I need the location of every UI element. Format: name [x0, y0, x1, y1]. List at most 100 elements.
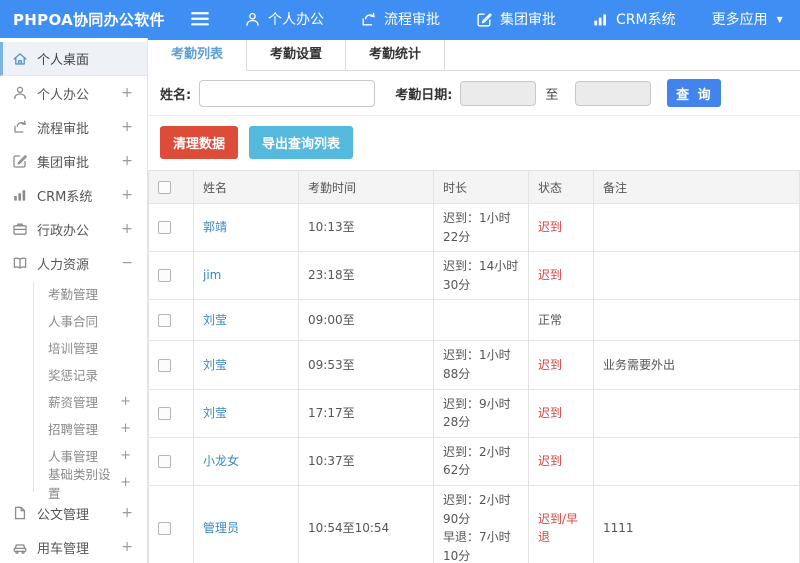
tab[interactable]: 考勤统计: [346, 40, 446, 71]
sidebar-item-label: CRM系统: [37, 189, 93, 205]
sidebar-sub-item-label: 奖惩记录: [48, 368, 99, 383]
employee-name-link[interactable]: 管理员: [203, 521, 239, 535]
top-nav-item[interactable]: 更多应用 ▼: [712, 9, 783, 29]
expand-icon[interactable]: +: [121, 85, 133, 101]
select-all-checkbox[interactable]: [158, 181, 171, 194]
date-to-input[interactable]: [575, 80, 652, 106]
date-to-label: 至: [545, 87, 559, 103]
attendance-table: 姓名 考勤时间 时长 状态 备注 郭靖 10:13至 迟到：1小时22分 迟到 jim 23:18…: [148, 170, 800, 563]
note-cell: 1111: [593, 484, 800, 563]
employee-name-link[interactable]: jim: [203, 268, 221, 282]
search-button[interactable]: 查 询: [667, 79, 722, 107]
menu-toggle-icon[interactable]: [190, 9, 210, 29]
status-badge: 迟到: [538, 220, 563, 235]
expand-icon[interactable]: +: [121, 187, 133, 203]
sidebar-sub-item[interactable]: 薪资管理 +: [0, 388, 147, 415]
sidebar-item[interactable]: 集团审批 +: [0, 144, 147, 178]
row-checkbox[interactable]: [158, 221, 171, 235]
table-row: 管理员 10:54至10:54 迟到：2小时90分 早退：7小时10分 迟到/早退 111…: [148, 484, 800, 563]
expand-icon[interactable]: +: [120, 394, 131, 409]
app-logo: PHPOA协同办公软件: [13, 10, 165, 29]
attendance-time-cell: 17:17至: [298, 388, 434, 438]
sidebar-item-label: 集团审批: [37, 155, 90, 171]
sidebar-item-label: 公文管理: [37, 507, 90, 523]
sidebar-sub-item[interactable]: 考勤管理: [0, 280, 147, 307]
home-icon: [12, 51, 28, 67]
status-cell: 迟到: [528, 388, 594, 438]
top-nav-label: 流程审批: [384, 12, 440, 28]
status-cell: 迟到: [528, 436, 594, 486]
attendance-time-cell: 09:53至: [298, 340, 434, 390]
row-checkbox[interactable]: [158, 455, 171, 469]
table-header-row: 姓名 考勤时间 时长 状态 备注: [148, 170, 800, 204]
document-icon: [12, 505, 28, 521]
note-cell: [593, 436, 800, 486]
sidebar-sub-item[interactable]: 招聘管理 +: [0, 415, 147, 442]
expand-icon[interactable]: +: [121, 539, 133, 555]
sidebar-sub-item[interactable]: 人事合同: [0, 307, 147, 334]
attendance-time-cell: 09:00至: [298, 299, 434, 342]
sidebar-item[interactable]: 人力资源 −: [0, 246, 147, 280]
row-checkbox[interactable]: [158, 314, 171, 328]
name-cell: 郭靖: [193, 202, 299, 253]
sidebar-item-label: 行政办公: [37, 223, 90, 239]
attendance-time-cell: 10:37至: [298, 436, 434, 486]
sidebar-item[interactable]: 用车管理 +: [0, 530, 147, 563]
sidebar-sub-item-label: 人事管理: [48, 449, 99, 464]
name-filter-input[interactable]: [199, 79, 376, 107]
col-header: 考勤时间: [298, 170, 434, 204]
table-row: 刘莹 09:00至 正常: [148, 299, 800, 342]
collapse-icon[interactable]: −: [121, 255, 133, 271]
row-checkbox[interactable]: [158, 521, 171, 535]
note-cell: [593, 202, 800, 253]
tab[interactable]: 考勤列表: [148, 40, 248, 71]
sidebar-sub-list: 考勤管理 人事合同 培训管理 奖惩记录 薪资管理 + 招聘管理 + 人事管理 + 基础类别设置 +: [0, 280, 147, 501]
table-row: 郭靖 10:13至 迟到：1小时22分 迟到: [148, 202, 800, 253]
table-row: 刘莹 09:53至 迟到：1小时88分 迟到 业务需要外出: [148, 340, 800, 390]
chart-icon: [12, 187, 28, 203]
sidebar-sub-item[interactable]: 奖惩记录: [0, 361, 147, 388]
clean-data-button[interactable]: 清理数据: [160, 126, 239, 159]
sidebar-item[interactable]: 行政办公 +: [0, 212, 147, 246]
name-cell: 刘莹: [193, 299, 299, 342]
export-list-button[interactable]: 导出查询列表: [249, 126, 354, 159]
sidebar-sub-item[interactable]: 基础类别设置 +: [0, 467, 147, 501]
employee-name-link[interactable]: 刘莹: [203, 358, 227, 372]
row-checkbox[interactable]: [158, 358, 171, 372]
name-cell: 管理员: [193, 484, 299, 563]
table-row: jim 23:18至 迟到：14小时30分 迟到: [148, 251, 800, 301]
top-nav-item[interactable]: CRM系统: [592, 9, 676, 29]
duration-cell: 迟到：2小时90分 早退：7小时10分: [433, 484, 529, 563]
sidebar-item[interactable]: CRM系统 +: [0, 178, 147, 212]
expand-icon[interactable]: +: [121, 119, 133, 135]
top-nav-item[interactable]: 集团审批: [476, 9, 556, 29]
expand-icon[interactable]: +: [121, 153, 133, 169]
sidebar-item-label: 个人桌面: [37, 53, 90, 68]
sidebar-sub-item[interactable]: 培训管理: [0, 334, 147, 361]
row-checkbox[interactable]: [158, 406, 171, 420]
expand-icon[interactable]: +: [121, 221, 133, 237]
expand-icon[interactable]: +: [120, 448, 131, 463]
expand-icon[interactable]: +: [121, 505, 133, 521]
date-from-input[interactable]: [460, 80, 537, 106]
sidebar-item-label: 流程审批: [37, 121, 90, 137]
sidebar-item[interactable]: 个人办公 +: [0, 76, 147, 110]
employee-name-link[interactable]: 刘莹: [203, 313, 227, 327]
workflow-icon: [360, 11, 377, 28]
date-filter-label: 考勤日期:: [395, 87, 453, 103]
col-header: 姓名: [193, 170, 299, 204]
status-badge: 迟到: [538, 268, 563, 283]
expand-icon[interactable]: +: [120, 421, 131, 436]
sidebar-item[interactable]: 个人桌面: [0, 42, 147, 76]
employee-name-link[interactable]: 刘莹: [203, 406, 227, 420]
row-checkbox[interactable]: [158, 269, 171, 283]
tab[interactable]: 考勤设置: [247, 40, 347, 71]
sidebar-item[interactable]: 流程审批 +: [0, 110, 147, 144]
employee-name-link[interactable]: 郭靖: [203, 220, 227, 234]
top-nav-item[interactable]: 流程审批: [360, 9, 440, 29]
note-cell: [593, 299, 800, 342]
employee-name-link[interactable]: 小龙女: [203, 454, 239, 468]
expand-icon[interactable]: +: [120, 475, 131, 490]
status-cell: 迟到: [528, 202, 594, 253]
top-nav-item[interactable]: 个人办公: [244, 9, 324, 29]
